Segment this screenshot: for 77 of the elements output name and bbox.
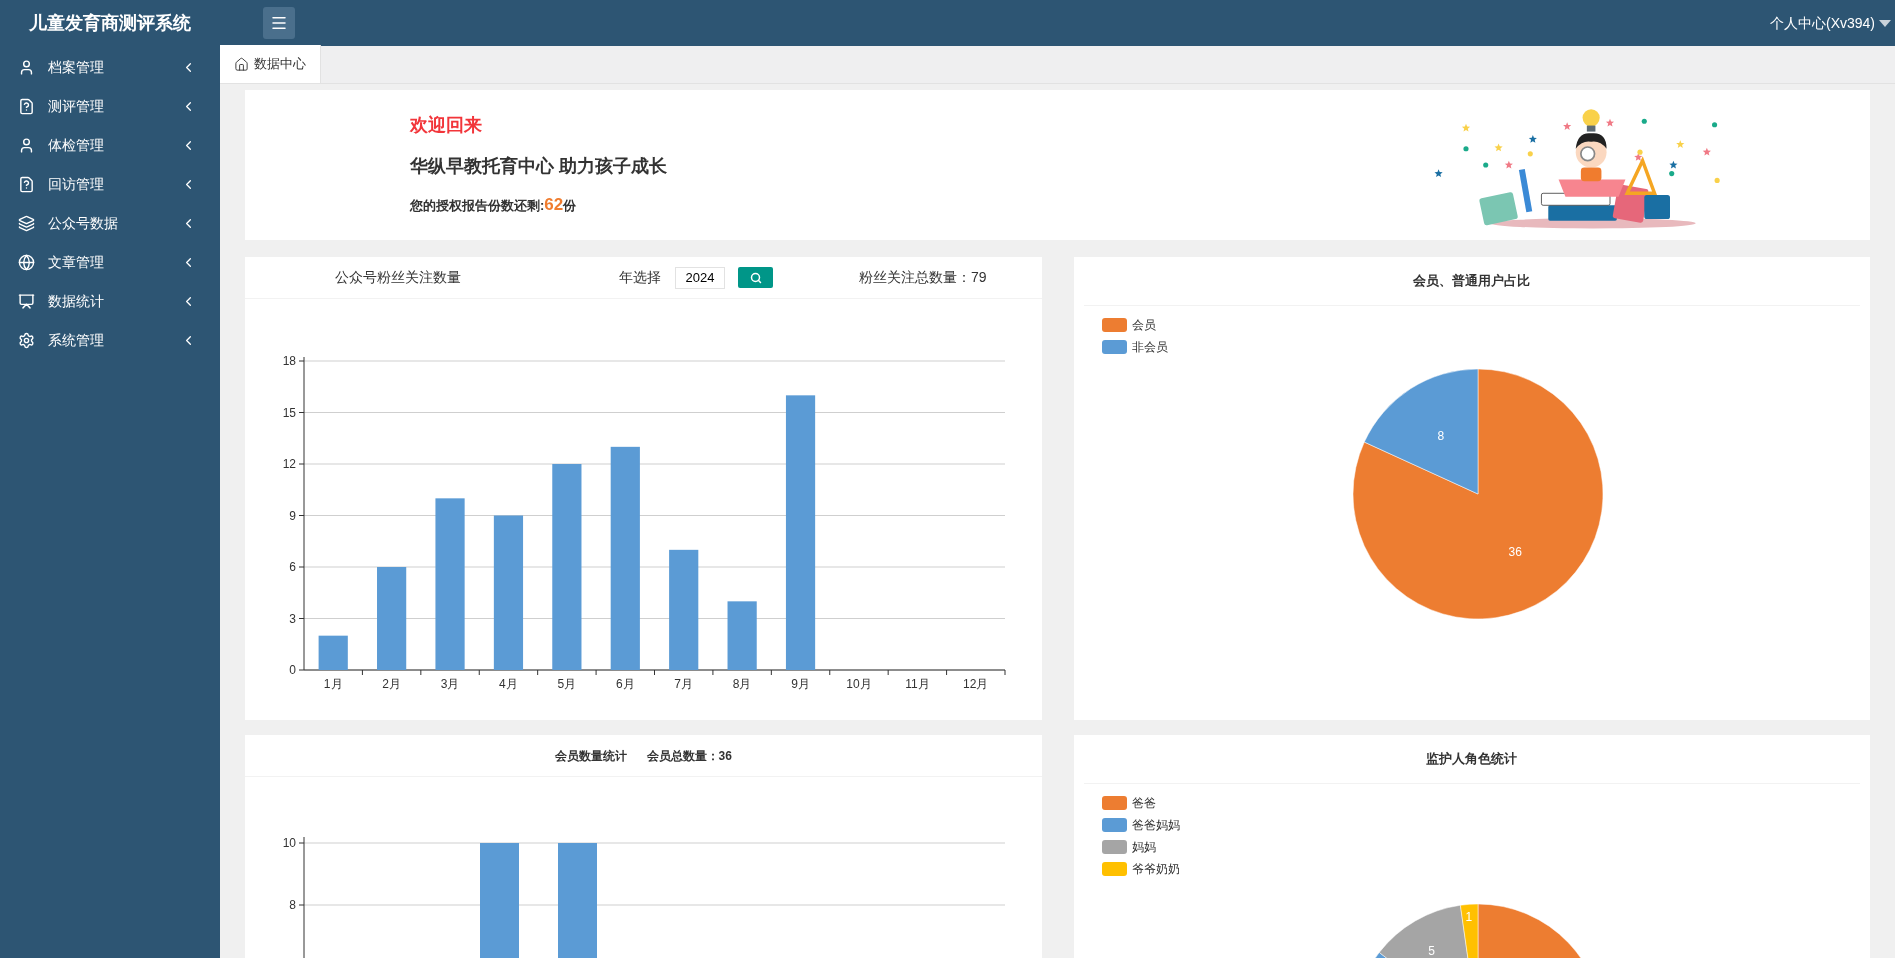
slogan: 华纵早教托育中心 助力孩子成长 <box>410 155 667 179</box>
y-axis-label: 10 <box>282 836 296 850</box>
legend-label: 爸爸妈妈 <box>1131 817 1180 834</box>
search-icon <box>749 271 762 284</box>
chart-title: 公众号粉丝关注数量 <box>335 268 462 287</box>
x-axis-label: 8月 <box>732 677 752 691</box>
globe-icon <box>18 254 35 271</box>
question-document-icon <box>18 98 35 115</box>
chart-title: 监护人角色统计 <box>1426 750 1518 769</box>
sidebar-item[interactable]: 文章管理 <box>0 243 220 282</box>
y-axis-label: 8 <box>289 898 296 912</box>
sidebar-item-label: 回访管理 <box>48 175 105 194</box>
sidebar-item[interactable]: 测评管理 <box>0 87 220 126</box>
sidebar-item[interactable]: 体检管理 <box>0 126 220 165</box>
quota-text: 您的授权报告份数还剩:62份 <box>410 194 578 217</box>
settings-icon <box>18 332 35 349</box>
menu-toggle-button[interactable] <box>263 7 295 39</box>
sidebar-item[interactable]: 数据统计 <box>0 282 220 321</box>
menu-icon <box>270 14 288 32</box>
layers-icon <box>18 215 35 232</box>
welcome-heading: 欢迎回来 <box>410 114 483 138</box>
year-label: 年选择 <box>619 268 661 287</box>
search-button[interactable] <box>738 267 773 288</box>
fans-total: 粉丝关注总数量：79 <box>859 268 987 287</box>
sidebar-item-label: 系统管理 <box>48 331 105 350</box>
pie-value-label: 8 <box>1437 429 1444 444</box>
x-axis-label: 10月 <box>846 677 872 691</box>
bar <box>318 635 348 670</box>
monitor-icon <box>18 293 35 310</box>
member-total: 会员总数量：36 <box>646 747 732 765</box>
sidebar-item-label: 文章管理 <box>48 253 105 272</box>
y-axis-label: 18 <box>282 354 296 368</box>
x-axis-label: 5月 <box>557 677 577 691</box>
bar <box>727 601 757 670</box>
y-axis-label: 12 <box>282 457 296 471</box>
y-axis-label: 9 <box>289 508 296 523</box>
sidebar-item[interactable]: 档案管理 <box>0 48 220 87</box>
legend-label: 非会员 <box>1131 339 1168 356</box>
x-axis-label: 3月 <box>440 677 460 691</box>
chart-title: 会员数量统计 <box>554 747 627 765</box>
sidebar-item-label: 数据统计 <box>48 292 105 311</box>
user-menu[interactable]: 个人中心(Xv394) <box>1769 12 1895 34</box>
caret-icon <box>1879 19 1891 27</box>
sidebar-item-label: 测评管理 <box>48 97 105 116</box>
pie-value-label: 36 <box>1508 544 1522 559</box>
sidebar-item-label: 体检管理 <box>48 136 105 155</box>
app-title: 儿童发育商测评系统 <box>29 11 191 35</box>
x-axis-label: 2月 <box>382 677 401 691</box>
chart-title: 会员、普通用户占比 <box>1413 272 1531 291</box>
x-axis-label: 11月 <box>905 677 930 691</box>
y-axis-label: 3 <box>289 611 296 626</box>
question-document-icon <box>18 176 35 193</box>
sidebar-item[interactable]: 回访管理 <box>0 165 220 204</box>
y-axis-label: 15 <box>282 405 296 420</box>
x-axis-label: 4月 <box>499 677 518 691</box>
sidebar-item-label: 档案管理 <box>48 58 105 77</box>
legend-label: 爷爷奶奶 <box>1131 861 1180 878</box>
y-axis-label: 0 <box>289 663 296 677</box>
x-axis-label: 7月 <box>674 677 694 691</box>
x-axis-label: 12月 <box>963 677 989 691</box>
x-axis-label: 6月 <box>615 677 635 691</box>
sidebar-item-label: 公众号数据 <box>48 214 119 233</box>
legend-label: 会员 <box>1131 317 1156 334</box>
sidebar-item[interactable]: 系统管理 <box>0 321 220 360</box>
y-axis-label: 6 <box>289 560 296 574</box>
legend-label: 妈妈 <box>1131 839 1156 856</box>
user-icon <box>18 59 35 76</box>
home-icon <box>234 56 249 72</box>
year-field[interactable]: 2024 <box>675 266 725 289</box>
legend-label: 爸爸 <box>1131 795 1156 812</box>
pie-value-label: 1 <box>1465 910 1473 923</box>
pie-value-label: 5 <box>1428 945 1435 958</box>
x-axis-label: 1月 <box>323 677 343 691</box>
tab[interactable]: 数据中心 <box>220 45 321 83</box>
sidebar-item[interactable]: 公众号数据 <box>0 204 220 243</box>
x-axis-label: 9月 <box>791 677 810 691</box>
user-icon <box>18 137 35 154</box>
